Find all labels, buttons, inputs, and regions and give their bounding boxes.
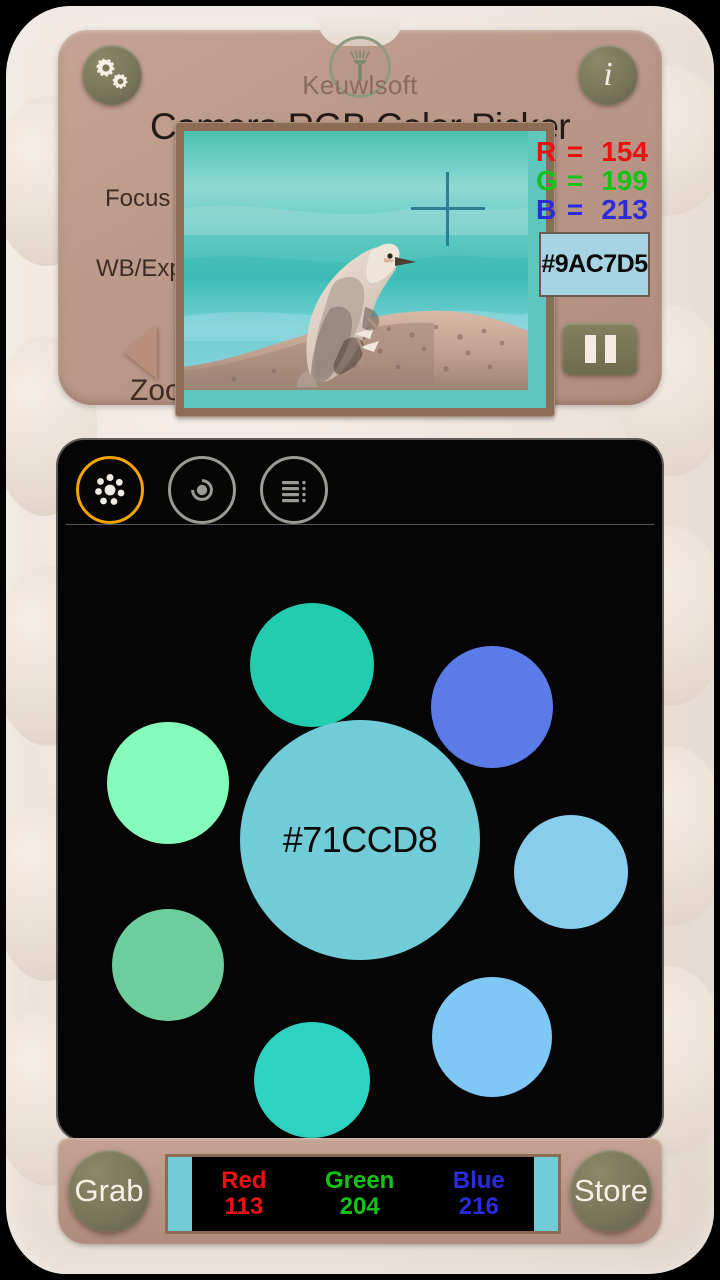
readout-green-eq: = bbox=[566, 165, 584, 196]
channel-green-value: 204 bbox=[339, 1193, 380, 1220]
camera-panel: i Keuwlsoft Camera RGB Color Picker Focu… bbox=[58, 20, 662, 417]
channel-blue-value: 216 bbox=[458, 1193, 499, 1220]
list-icon bbox=[282, 480, 306, 503]
tab-bar bbox=[58, 440, 662, 525]
readout-blue-value: 213 bbox=[601, 194, 648, 225]
channel-green-name: Green bbox=[324, 1167, 395, 1195]
hex-value: #9AC7D5 bbox=[541, 250, 648, 278]
store-button[interactable]: Store bbox=[570, 1150, 652, 1232]
channel-blue: Blue 216 bbox=[453, 1168, 505, 1220]
satellite-swatch[interactable] bbox=[250, 603, 374, 727]
channel-green: Green 204 bbox=[325, 1168, 394, 1220]
satellite-swatch[interactable] bbox=[107, 722, 229, 844]
store-button-label: Store bbox=[573, 1173, 649, 1208]
satellite-swatch[interactable] bbox=[432, 977, 552, 1097]
hex-swatch-box[interactable]: #9AC7D5 bbox=[539, 232, 650, 297]
camera-preview[interactable] bbox=[175, 122, 555, 417]
readout-blue: B = 213 bbox=[536, 194, 648, 226]
channel-blue-name: Blue bbox=[452, 1167, 505, 1195]
tab-list[interactable] bbox=[260, 456, 328, 524]
bottom-toolbar: Grab Red 113 Green 204 Blue 216 Store bbox=[58, 1138, 662, 1244]
readout-green: G = 199 bbox=[536, 165, 648, 197]
readout-red-key: R bbox=[536, 136, 557, 167]
readout-green-key: G bbox=[536, 165, 558, 196]
satellite-swatch[interactable] bbox=[112, 909, 224, 1021]
camera-preview-image bbox=[184, 131, 546, 408]
readout-blue-eq: = bbox=[566, 194, 584, 225]
center-swatch-label: #71CCD8 bbox=[282, 819, 438, 860]
crosshair-icon bbox=[411, 172, 485, 246]
brand-name: Keuwlsoft bbox=[302, 70, 418, 100]
picked-color-swatch-right bbox=[534, 1157, 558, 1231]
channel-red-value: 113 bbox=[224, 1193, 264, 1220]
channel-red: Red 113 bbox=[221, 1168, 266, 1220]
pause-button[interactable] bbox=[562, 323, 638, 375]
grab-button-label: Grab bbox=[74, 1173, 144, 1208]
pause-bar-right bbox=[604, 335, 616, 363]
pause-bar-left bbox=[584, 335, 596, 363]
tab-color-wheel[interactable] bbox=[168, 456, 236, 524]
satellite-swatch[interactable] bbox=[254, 1022, 370, 1138]
rgb-channel-panel: Red 113 Green 204 Blue 216 bbox=[165, 1154, 561, 1234]
focus-label: Focus bbox=[105, 185, 171, 212]
readout-green-value: 199 bbox=[601, 165, 648, 196]
swatch-display-panel: #71CCD8 bbox=[58, 440, 662, 1140]
satellite-swatch[interactable] bbox=[431, 646, 553, 768]
center-swatch[interactable]: #71CCD8 bbox=[240, 720, 480, 960]
readout-red-value: 154 bbox=[601, 136, 648, 167]
preview-scene bbox=[184, 131, 533, 390]
channel-red-name: Red bbox=[221, 1167, 267, 1195]
satellite-swatch[interactable] bbox=[514, 815, 628, 929]
swatch-canvas[interactable]: #71CCD8 bbox=[58, 525, 662, 1140]
circles-cluster-icon bbox=[95, 474, 125, 505]
grab-button[interactable]: Grab bbox=[68, 1150, 150, 1232]
readout-red: R = 154 bbox=[536, 136, 648, 168]
zoom-out-button[interactable] bbox=[123, 325, 157, 379]
readout-red-eq: = bbox=[566, 136, 584, 167]
picked-color-swatch-left bbox=[168, 1157, 192, 1231]
tab-circles[interactable] bbox=[76, 456, 144, 524]
color-wheel-icon bbox=[191, 479, 213, 501]
rgb-channel-list: Red 113 Green 204 Blue 216 bbox=[192, 1157, 534, 1231]
readout-blue-key: B bbox=[536, 194, 557, 225]
